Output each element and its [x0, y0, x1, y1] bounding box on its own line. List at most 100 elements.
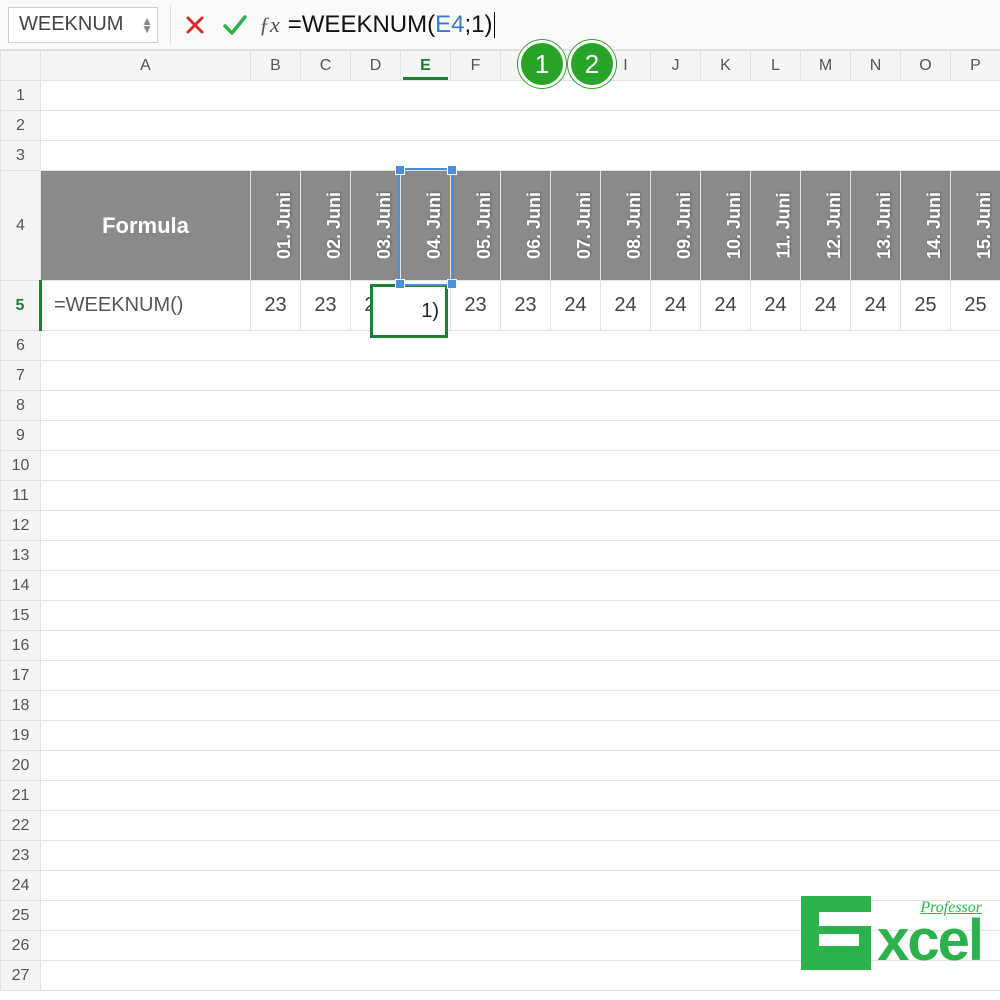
spreadsheet-grid[interactable]: A B C D E F G H I J K L M N O P Q 1 2 3 …	[0, 50, 1000, 1000]
row-header[interactable]: 23	[1, 841, 41, 871]
row-header[interactable]: 21	[1, 781, 41, 811]
row-header[interactable]: 20	[1, 751, 41, 781]
header-cell-date[interactable]: 14. Juni	[901, 171, 951, 281]
col-header[interactable]: C	[301, 51, 351, 81]
col-header[interactable]: B	[251, 51, 301, 81]
row-header[interactable]: 14	[1, 571, 41, 601]
cell[interactable]	[41, 571, 1000, 601]
cell[interactable]: 25	[951, 281, 1000, 331]
header-cell-formula[interactable]: Formula	[41, 171, 251, 281]
name-box-stepper[interactable]: ▲ ▼	[141, 17, 153, 33]
cell[interactable]	[41, 721, 1000, 751]
row-header[interactable]: 15	[1, 601, 41, 631]
cell[interactable]	[41, 751, 1000, 781]
col-header[interactable]: A	[41, 51, 251, 81]
row-header[interactable]: 16	[1, 631, 41, 661]
row-header[interactable]: 27	[1, 961, 41, 991]
row-header[interactable]: 9	[1, 421, 41, 451]
accept-button[interactable]	[215, 5, 255, 45]
row-header[interactable]: 10	[1, 451, 41, 481]
cell[interactable]	[41, 481, 1000, 511]
cell[interactable]	[41, 141, 1000, 171]
select-all-corner[interactable]	[1, 51, 41, 81]
header-cell-date[interactable]: 10. Juni	[701, 171, 751, 281]
row-header[interactable]: 22	[1, 811, 41, 841]
header-cell-date[interactable]: 05. Juni	[451, 171, 501, 281]
cell[interactable]	[41, 511, 1000, 541]
header-cell-date[interactable]: 13. Juni	[851, 171, 901, 281]
header-cell-date[interactable]: 11. Juni	[751, 171, 801, 281]
col-header[interactable]: O	[901, 51, 951, 81]
row-header-active[interactable]: 5	[1, 281, 41, 331]
cell[interactable]: 24	[751, 281, 801, 331]
col-header[interactable]: M	[801, 51, 851, 81]
row-header[interactable]: 19	[1, 721, 41, 751]
cell[interactable]	[41, 631, 1000, 661]
row-header[interactable]: 6	[1, 331, 41, 361]
cell-a5[interactable]: =WEEKNUM()	[41, 281, 251, 331]
cell[interactable]	[41, 331, 1000, 361]
header-cell-date[interactable]: 09. Juni	[651, 171, 701, 281]
cell[interactable]: 23	[251, 281, 301, 331]
formula-input[interactable]: =WEEKNUM(E4;1)	[288, 11, 1000, 39]
header-cell-date[interactable]: 07. Juni	[551, 171, 601, 281]
row-header[interactable]: 25	[1, 901, 41, 931]
row-header[interactable]: 17	[1, 661, 41, 691]
name-box[interactable]: WEEKNUM ▲ ▼	[8, 7, 158, 43]
col-header[interactable]: J	[651, 51, 701, 81]
cell[interactable]: 23	[351, 281, 401, 331]
header-cell-date[interactable]: 06. Juni	[501, 171, 551, 281]
cell[interactable]	[41, 691, 1000, 721]
cell[interactable]: 25	[901, 281, 951, 331]
chevron-down-icon[interactable]: ▼	[141, 25, 153, 33]
cell[interactable]	[41, 661, 1000, 691]
cancel-button[interactable]	[175, 5, 215, 45]
cell[interactable]	[41, 841, 1000, 871]
col-header[interactable]: D	[351, 51, 401, 81]
cell[interactable]	[41, 391, 1000, 421]
row-header[interactable]: 13	[1, 541, 41, 571]
row-header[interactable]: 1	[1, 81, 41, 111]
cell[interactable]	[41, 781, 1000, 811]
header-cell-date[interactable]: 02. Juni	[301, 171, 351, 281]
col-header[interactable]: F	[451, 51, 501, 81]
cell[interactable]: 24	[851, 281, 901, 331]
row-header[interactable]: 2	[1, 111, 41, 141]
col-header-active[interactable]: E	[401, 51, 451, 81]
row-header[interactable]: 7	[1, 361, 41, 391]
header-cell-date[interactable]: 01. Juni	[251, 171, 301, 281]
col-header[interactable]: P	[951, 51, 1000, 81]
cell[interactable]: 23	[301, 281, 351, 331]
row-header[interactable]: 18	[1, 691, 41, 721]
cell[interactable]	[41, 601, 1000, 631]
cell[interactable]: 24	[651, 281, 701, 331]
fx-icon[interactable]: ƒx	[259, 12, 280, 38]
cell[interactable]: 23	[451, 281, 501, 331]
row-header[interactable]: 24	[1, 871, 41, 901]
row-header[interactable]: 4	[1, 171, 41, 281]
row-header[interactable]: 26	[1, 931, 41, 961]
header-cell-date[interactable]: 08. Juni	[601, 171, 651, 281]
header-cell-date[interactable]: 12. Juni	[801, 171, 851, 281]
col-header[interactable]: K	[701, 51, 751, 81]
cell[interactable]: 23	[501, 281, 551, 331]
row-header[interactable]: 12	[1, 511, 41, 541]
cell[interactable]: 24	[551, 281, 601, 331]
cell[interactable]	[41, 111, 1000, 141]
cell[interactable]	[41, 421, 1000, 451]
header-cell-date[interactable]: 03. Juni	[351, 171, 401, 281]
cell-editing[interactable]	[401, 281, 451, 331]
header-cell-date[interactable]: 15. Juni	[951, 171, 1000, 281]
cell[interactable]	[41, 451, 1000, 481]
row-header[interactable]: 3	[1, 141, 41, 171]
cell[interactable]	[41, 811, 1000, 841]
row-header[interactable]: 11	[1, 481, 41, 511]
header-cell-date-active[interactable]: 04. Juni	[401, 171, 451, 281]
cell[interactable]	[41, 361, 1000, 391]
cell[interactable]: 24	[601, 281, 651, 331]
cell[interactable]: 24	[701, 281, 751, 331]
cell[interactable]	[41, 541, 1000, 571]
cell[interactable]: 24	[801, 281, 851, 331]
row-header[interactable]: 8	[1, 391, 41, 421]
col-header[interactable]: L	[751, 51, 801, 81]
